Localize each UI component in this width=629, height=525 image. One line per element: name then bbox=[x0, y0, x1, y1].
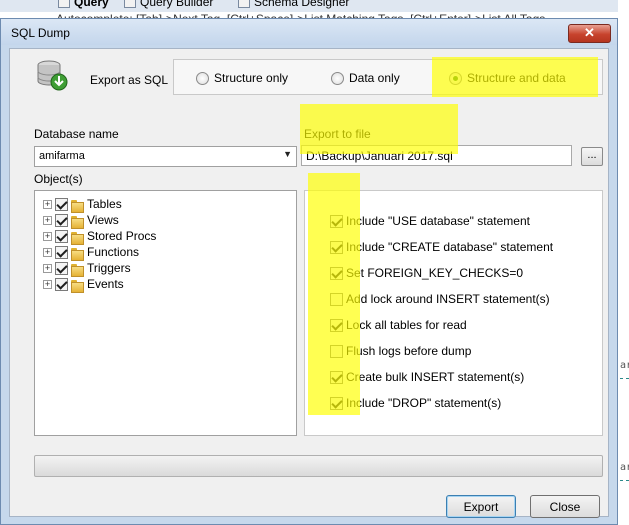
stored-procs-checkbox[interactable] bbox=[55, 229, 68, 243]
tables-checkbox[interactable] bbox=[55, 197, 68, 211]
folder-icon bbox=[71, 262, 84, 277]
tree-item-triggers[interactable]: + Triggers bbox=[43, 261, 131, 277]
option-checkbox[interactable] bbox=[330, 370, 343, 384]
events-checkbox[interactable] bbox=[55, 277, 68, 291]
code-divider bbox=[620, 480, 629, 481]
export-progress-bar bbox=[34, 455, 603, 477]
options-panel: Include "USE database" statement Include… bbox=[304, 190, 603, 436]
code-fragment: ar bbox=[620, 462, 629, 473]
background-tab-strip: Query Query Builder Schema Designer bbox=[0, 0, 629, 12]
radio-indicator bbox=[196, 71, 209, 85]
export-type-group: Structure only Data only Structure and d… bbox=[173, 59, 603, 95]
radio-structure-only[interactable]: Structure only bbox=[196, 71, 288, 85]
expand-icon[interactable]: + bbox=[43, 199, 52, 209]
option-checkbox[interactable] bbox=[330, 344, 343, 358]
expand-icon[interactable]: + bbox=[43, 279, 52, 289]
code-fragment: ar bbox=[620, 360, 629, 371]
sql-dump-dialog: SQL Dump ✕ Export as SQL Structure only … bbox=[0, 18, 618, 525]
triggers-checkbox[interactable] bbox=[55, 261, 68, 275]
tree-item-stored-procs[interactable]: + Stored Procs bbox=[43, 229, 156, 245]
folder-icon bbox=[71, 230, 84, 245]
option-bulk-insert[interactable]: Create bulk INSERT statement(s) bbox=[330, 369, 524, 385]
option-lock-tables[interactable]: Lock all tables for read bbox=[330, 317, 467, 333]
tab-query[interactable]: Query bbox=[58, 0, 109, 11]
chevron-down-icon: ▼ bbox=[283, 149, 292, 159]
folder-icon bbox=[71, 214, 84, 229]
tree-item-events[interactable]: + Events bbox=[43, 277, 124, 293]
expand-icon[interactable]: + bbox=[43, 247, 52, 257]
browse-button[interactable]: ... bbox=[581, 147, 603, 166]
query-icon bbox=[58, 0, 70, 8]
dialog-body: Export as SQL Structure only Data only S… bbox=[9, 48, 609, 518]
folder-icon bbox=[71, 198, 84, 213]
objects-label: Object(s) bbox=[34, 172, 83, 186]
tree-item-functions[interactable]: + Functions bbox=[43, 245, 139, 261]
folder-icon bbox=[71, 278, 84, 293]
close-icon: ✕ bbox=[584, 25, 595, 40]
dialog-title: SQL Dump bbox=[11, 26, 70, 40]
code-divider bbox=[620, 378, 629, 379]
functions-checkbox[interactable] bbox=[55, 245, 68, 259]
option-foreign-key-checks[interactable]: Set FOREIGN_KEY_CHECKS=0 bbox=[330, 265, 523, 281]
option-create-database[interactable]: Include "CREATE database" statement bbox=[330, 239, 553, 255]
export-as-label: Export as SQL bbox=[90, 73, 169, 87]
export-file-input[interactable] bbox=[301, 145, 572, 166]
export-file-label: Export to file bbox=[304, 127, 371, 141]
radio-structure-and-data[interactable]: Structure and data bbox=[449, 71, 566, 85]
close-window-button[interactable]: ✕ bbox=[568, 24, 611, 43]
objects-tree: + Tables + Views + Stored Procs + Functions … bbox=[34, 190, 297, 436]
expand-icon[interactable]: + bbox=[43, 231, 52, 241]
close-button[interactable]: Close bbox=[530, 495, 600, 518]
option-checkbox[interactable] bbox=[330, 240, 343, 254]
tab-schema-designer[interactable]: Schema Designer bbox=[238, 0, 349, 11]
option-checkbox[interactable] bbox=[330, 292, 343, 306]
option-drop-statements[interactable]: Include "DROP" statement(s) bbox=[330, 395, 501, 411]
expand-icon[interactable]: + bbox=[43, 215, 52, 225]
option-use-database[interactable]: Include "USE database" statement bbox=[330, 213, 530, 229]
option-flush-logs[interactable]: Flush logs before dump bbox=[330, 343, 471, 359]
option-checkbox[interactable] bbox=[330, 396, 343, 410]
database-name-label: Database name bbox=[34, 127, 119, 141]
option-checkbox[interactable] bbox=[330, 266, 343, 280]
tab-query-builder[interactable]: Query Builder bbox=[124, 0, 213, 11]
option-checkbox[interactable] bbox=[330, 318, 343, 332]
tree-item-views[interactable]: + Views bbox=[43, 213, 119, 229]
views-checkbox[interactable] bbox=[55, 213, 68, 227]
dialog-titlebar[interactable]: SQL Dump ✕ bbox=[1, 19, 617, 45]
radio-indicator-selected bbox=[449, 71, 462, 85]
export-button[interactable]: Export bbox=[446, 495, 516, 518]
option-lock-insert[interactable]: Add lock around INSERT statement(s) bbox=[330, 291, 550, 307]
database-export-icon bbox=[37, 60, 68, 91]
background-editor-edge bbox=[618, 0, 629, 525]
radio-indicator bbox=[331, 71, 344, 85]
query-builder-icon bbox=[124, 0, 136, 8]
radio-data-only[interactable]: Data only bbox=[331, 71, 400, 85]
schema-designer-icon bbox=[238, 0, 250, 8]
expand-icon[interactable]: + bbox=[43, 263, 52, 273]
tree-item-tables[interactable]: + Tables bbox=[43, 197, 122, 213]
folder-icon bbox=[71, 246, 84, 261]
option-checkbox[interactable] bbox=[330, 214, 343, 228]
database-select[interactable]: amifarma ▼ bbox=[34, 146, 297, 167]
database-select-value: amifarma bbox=[39, 150, 85, 162]
